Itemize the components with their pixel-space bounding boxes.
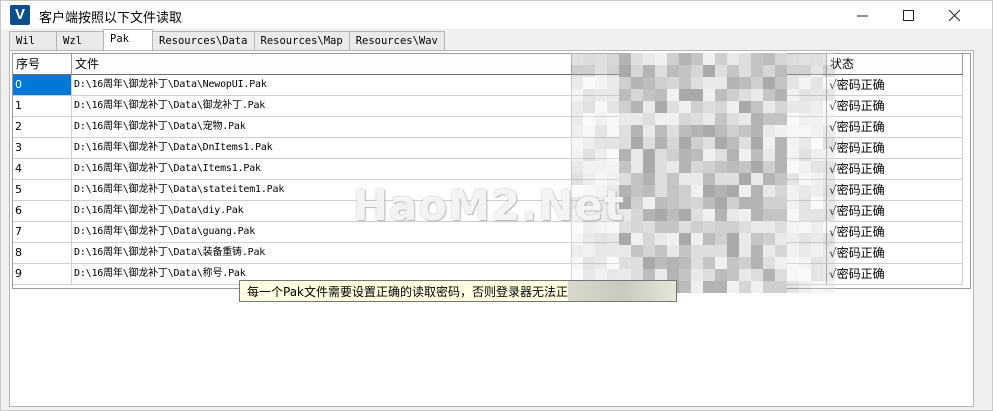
row-file-path: D:\16周年\御龙补丁\Data\装备重铸.Pak — [72, 243, 572, 263]
row-status: √密码正确 — [827, 180, 963, 200]
row-status: √密码正确 — [827, 75, 963, 95]
row-index: 4 — [13, 159, 72, 179]
row-index: 1 — [13, 96, 72, 116]
tab-wil[interactable]: Wil — [9, 31, 57, 50]
tab-pak[interactable]: Pak — [103, 29, 153, 50]
minimize-icon — [856, 15, 868, 16]
row-index: 0 — [13, 75, 72, 95]
row-index: 5 — [13, 180, 72, 200]
column-header-blurred[interactable] — [572, 54, 827, 75]
row-status: √密码正确 — [827, 264, 963, 284]
column-header-index[interactable]: 序号 — [13, 54, 72, 75]
row-status: √密码正确 — [827, 222, 963, 242]
tab-resources-map[interactable]: Resources\Map — [253, 31, 350, 50]
close-button[interactable] — [931, 1, 977, 29]
row-status: √密码正确 — [827, 138, 963, 158]
row-blurred-cell — [572, 159, 827, 179]
column-header-status[interactable]: 状态 — [827, 54, 963, 75]
row-index: 8 — [13, 243, 72, 263]
row-file-path: D:\16周年\御龙补丁\Data\宠物.Pak — [72, 117, 572, 137]
row-status: √密码正确 — [827, 243, 963, 263]
row-blurred-cell — [572, 96, 827, 116]
hint-text: 每一个Pak文件需要设置正确的读取密码，否则登录器无法正 — [247, 285, 569, 299]
row-blurred-cell — [572, 243, 827, 263]
minimize-button[interactable] — [839, 1, 885, 29]
row-blurred-cell — [572, 75, 827, 95]
tab-strip: Wil Wzl Pak Resources\Data Resources\Map… — [9, 29, 445, 51]
table-row[interactable]: 2 D:\16周年\御龙补丁\Data\宠物.Pak √密码正确 — [13, 117, 963, 138]
table-row[interactable]: 1 D:\16周年\御龙补丁\Data\御龙补丁.Pak √密码正确 — [13, 96, 963, 117]
app-window: V 客户端按照以下文件读取 Wil Wzl Pak Resources\Data… — [0, 0, 993, 411]
app-icon: V — [10, 5, 30, 25]
table-row[interactable]: 0 D:\16周年\御龙补丁\Data\NewopUI.Pak √密码正确 — [13, 75, 963, 96]
row-file-path: D:\16周年\御龙补丁\Data\Items1.Pak — [72, 159, 572, 179]
window-title: 客户端按照以下文件读取 — [39, 11, 183, 26]
watermark-text: HaoM2.Net — [353, 181, 626, 230]
row-index: 7 — [13, 222, 72, 242]
close-icon — [948, 9, 960, 21]
row-index: 9 — [13, 264, 72, 284]
maximize-icon — [902, 9, 914, 21]
table-row[interactable]: 8 D:\16周年\御龙补丁\Data\装备重铸.Pak √密码正确 — [13, 243, 963, 264]
row-status: √密码正确 — [827, 117, 963, 137]
row-status: √密码正确 — [827, 201, 963, 221]
row-status: √密码正确 — [827, 159, 963, 179]
row-file-path: D:\16周年\御龙补丁\Data\NewopUI.Pak — [72, 75, 572, 95]
table-row[interactable]: 3 D:\16周年\御龙补丁\Data\DnItems1.Pak √密码正确 — [13, 138, 963, 159]
tab-wzl[interactable]: Wzl — [56, 31, 104, 50]
row-file-path: D:\16周年\御龙补丁\Data\御龙补丁.Pak — [72, 96, 572, 116]
row-status: √密码正确 — [827, 96, 963, 116]
row-blurred-cell — [572, 117, 827, 137]
table-row[interactable]: 4 D:\16周年\御龙补丁\Data\Items1.Pak √密码正确 — [13, 159, 963, 180]
pak-file-table[interactable]: 序号 文件 状态 0 D:\16周年\御龙补丁\Data\NewopUI.Pak √… — [12, 53, 971, 289]
hint-redaction — [568, 281, 676, 301]
row-blurred-cell — [572, 138, 827, 158]
column-header-file[interactable]: 文件 — [72, 54, 572, 75]
row-file-path: D:\16周年\御龙补丁\Data\DnItems1.Pak — [72, 138, 572, 158]
maximize-button[interactable] — [885, 1, 931, 29]
tab-resources-data[interactable]: Resources\Data — [152, 31, 255, 50]
row-index: 6 — [13, 201, 72, 221]
hint-tooltip: 每一个Pak文件需要设置正确的读取密码，否则登录器无法正 — [239, 280, 677, 302]
row-index: 2 — [13, 117, 72, 137]
tab-resources-wav[interactable]: Resources\Wav — [348, 31, 445, 50]
title-bar[interactable]: V 客户端按照以下文件读取 — [1, 1, 992, 29]
row-index: 3 — [13, 138, 72, 158]
